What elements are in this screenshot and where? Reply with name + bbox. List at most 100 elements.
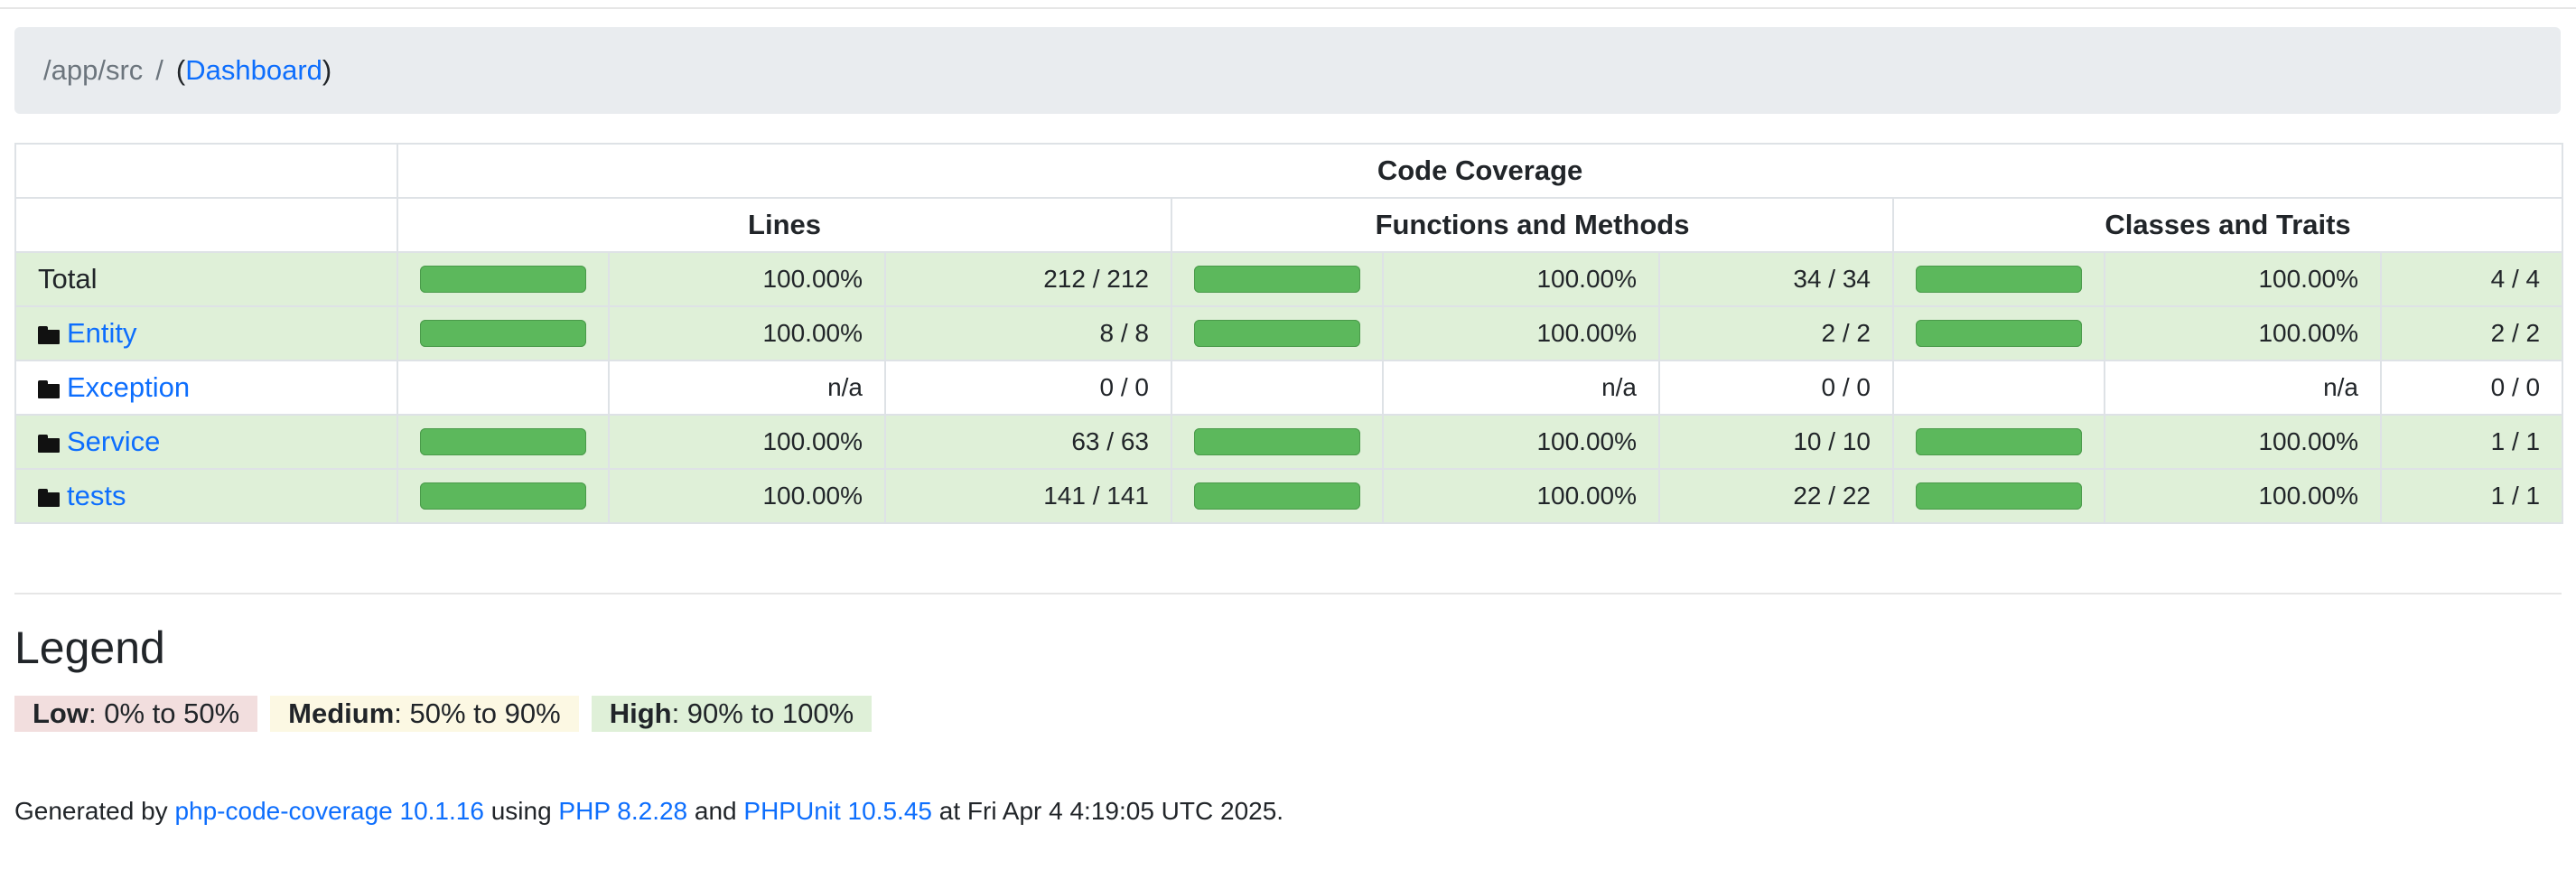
row-name-cell: Exception (14, 360, 398, 416)
classes-bar-cell (1892, 305, 2105, 361)
progress-bar (1916, 266, 2082, 293)
lines-header: Lines (397, 197, 1172, 253)
classes-percent: 100.00% (2104, 468, 2382, 524)
total-label: Total (38, 263, 98, 295)
dashboard-link[interactable]: Dashboard (185, 54, 322, 87)
breadcrumb: /app/src / (Dashboard) (14, 27, 2561, 114)
folder-icon (38, 489, 61, 507)
lines-percent: 100.00% (608, 305, 886, 361)
lines-bar-cell (397, 251, 610, 307)
directory-link[interactable]: tests (67, 480, 126, 511)
table-row: Entity 100.00% 8 / 8 100.00% 2 / 2 100.00% 2 /… (14, 305, 2564, 361)
lines-count: 141 / 141 (884, 468, 1172, 524)
progress-bar (1194, 428, 1360, 455)
progress-bar (1194, 482, 1360, 510)
breadcrumb-paren-open: ( (175, 54, 186, 86)
phpunit-link[interactable]: PHPUnit 10.5.45 (743, 797, 932, 825)
breadcrumb-path: /app/src (43, 54, 144, 86)
classes-percent: 100.00% (2104, 414, 2382, 470)
folder-icon (38, 326, 61, 344)
row-name-cell: Total (14, 251, 398, 307)
directory-link[interactable]: Exception (67, 371, 190, 403)
legend-title: Legend (14, 623, 165, 673)
code-coverage-header: Code Coverage (396, 143, 2564, 199)
classes-bar-cell (1892, 468, 2105, 524)
lines-count: 8 / 8 (884, 305, 1172, 361)
classes-percent: 100.00% (2104, 251, 2382, 307)
coverage-table-body: Total 100.00% 212 / 212 100.00% 34 / 34 100.0… (14, 251, 2564, 524)
header-row-groups: Lines Functions and Methods Classes and … (14, 197, 2564, 253)
table-row: Total 100.00% 212 / 212 100.00% 34 / 34 100.0… (14, 251, 2564, 307)
folder-icon (38, 380, 61, 398)
functions-header: Functions and Methods (1171, 197, 1894, 253)
row-name-cell: tests (14, 468, 398, 524)
top-divider (0, 7, 2576, 9)
progress-bar (1916, 320, 2082, 347)
functions-count: 0 / 0 (1658, 360, 1894, 416)
classes-count: 1 / 1 (2379, 414, 2564, 470)
lines-percent: 100.00% (608, 414, 886, 470)
functions-percent: 100.00% (1382, 251, 1660, 307)
legend-medium: Medium: 50% to 90% (270, 696, 579, 732)
progress-bar (420, 320, 586, 347)
progress-bar (1194, 320, 1360, 347)
functions-bar-cell (1171, 251, 1384, 307)
classes-count: 1 / 1 (2379, 468, 2564, 524)
lines-bar-cell (397, 468, 610, 524)
legend: Low: 0% to 50% Medium: 50% to 90% High: … (14, 696, 873, 732)
progress-bar (1194, 266, 1360, 293)
php-link[interactable]: PHP 8.2.28 (558, 797, 687, 825)
table-row: Service 100.00% 63 / 63 100.00% 10 / 10 100.0… (14, 414, 2564, 470)
classes-bar-cell (1892, 414, 2105, 470)
functions-count: 22 / 22 (1658, 468, 1894, 524)
legend-low: Low: 0% to 50% (14, 696, 258, 732)
directory-link[interactable]: Entity (67, 317, 137, 349)
functions-percent: 100.00% (1382, 414, 1660, 470)
lines-percent: 100.00% (608, 251, 886, 307)
legend-high: High: 90% to 100% (591, 696, 873, 732)
header-empty-cell-2 (14, 197, 398, 253)
functions-percent: 100.00% (1382, 468, 1660, 524)
functions-bar-cell (1171, 305, 1384, 361)
breadcrumb-paren-close: ) (322, 54, 332, 86)
footer: Generated by php-code-coverage 10.1.16 u… (14, 797, 1284, 825)
lines-bar-cell (397, 414, 610, 470)
classes-bar-cell (1892, 251, 2105, 307)
classes-count: 0 / 0 (2379, 360, 2564, 416)
classes-count: 4 / 4 (2379, 251, 2564, 307)
lines-count: 212 / 212 (884, 251, 1172, 307)
table-row: tests 100.00% 141 / 141 100.00% 22 / 22 100.0… (14, 468, 2564, 524)
table-row: Exception n/a 0 / 0 n/a 0 / 0 n/a 0 / 0 (14, 360, 2564, 416)
header-empty-cell (14, 143, 398, 199)
lines-count: 63 / 63 (884, 414, 1172, 470)
lines-count: 0 / 0 (884, 360, 1172, 416)
functions-count: 2 / 2 (1658, 305, 1894, 361)
section-divider (14, 593, 2562, 594)
progress-bar (1916, 428, 2082, 455)
lines-percent: n/a (608, 360, 886, 416)
functions-count: 34 / 34 (1658, 251, 1894, 307)
row-name-cell: Entity (14, 305, 398, 361)
lines-bar-cell (397, 305, 610, 361)
functions-bar-cell (1171, 468, 1384, 524)
lines-percent: 100.00% (608, 468, 886, 524)
coverage-table: Code Coverage Lines Functions and Method… (14, 143, 2564, 524)
classes-bar-cell (1892, 360, 2105, 416)
classes-count: 2 / 2 (2379, 305, 2564, 361)
classes-percent: 100.00% (2104, 305, 2382, 361)
functions-count: 10 / 10 (1658, 414, 1894, 470)
functions-percent: 100.00% (1382, 305, 1660, 361)
php-code-coverage-link[interactable]: php-code-coverage 10.1.16 (174, 797, 483, 825)
progress-bar (1916, 482, 2082, 510)
progress-bar (420, 482, 586, 510)
functions-bar-cell (1171, 360, 1384, 416)
progress-bar (420, 266, 586, 293)
classes-percent: n/a (2104, 360, 2382, 416)
row-name-cell: Service (14, 414, 398, 470)
header-row-top: Code Coverage (14, 143, 2564, 199)
folder-icon (38, 435, 61, 453)
breadcrumb-separator: / (155, 54, 163, 86)
classes-header: Classes and Traits (1891, 197, 2564, 253)
functions-bar-cell (1171, 414, 1384, 470)
directory-link[interactable]: Service (67, 426, 160, 457)
